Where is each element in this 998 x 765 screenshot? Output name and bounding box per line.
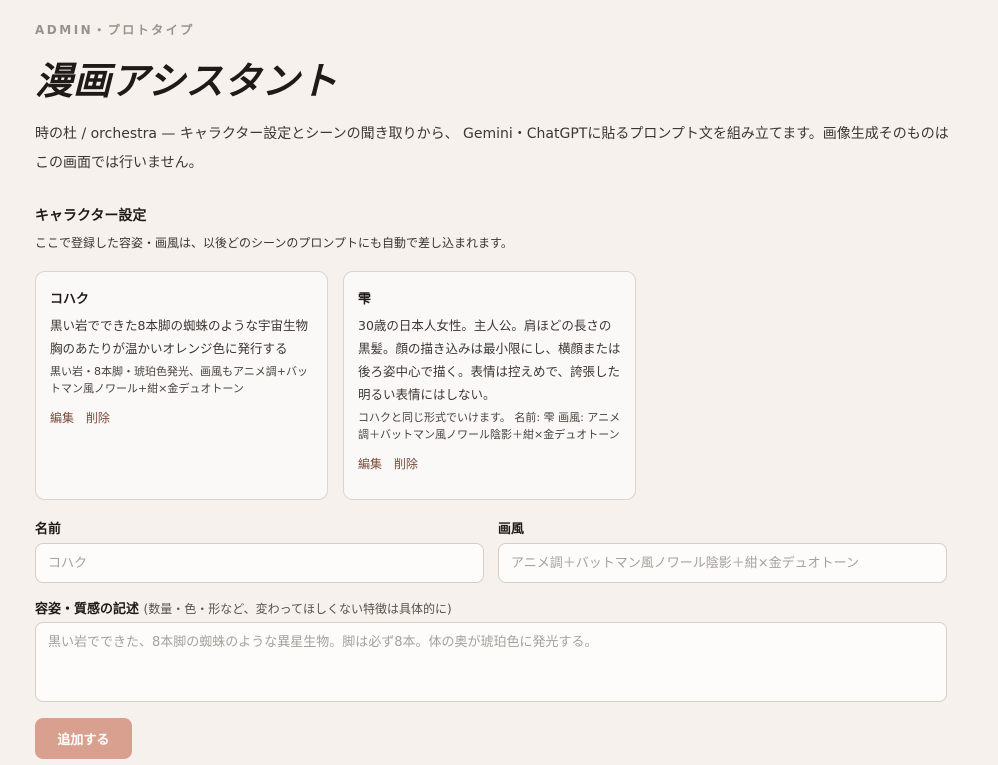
section-title-characters: キャラクター設定 [35,208,147,224]
page-title: 漫画アシスタント [35,58,338,103]
character-style: コハクと同じ形式でいけます。 名前: 雫 画風: アニメ調＋バットマン風ノワール… [358,411,621,441]
card-actions: 編集 削除 [358,455,621,472]
edit-button[interactable]: 編集 [50,411,74,425]
name-input[interactable] [35,543,484,583]
looks-label: 容姿・質感の記述 (数量・色・形など、変わってほしくない特徴は具体的に) [35,598,452,617]
edit-button[interactable]: 編集 [358,457,382,471]
looks-textarea[interactable] [35,622,947,702]
character-style: 黒い岩・8本脚・琥珀色発光、画風もアニメ調+バットマン風ノワール+紺×金デュオト… [50,365,308,395]
style-label: 画風 [498,522,525,537]
page-description: 時の杜 / orchestra — キャラクター設定とシーンの聞き取りから、 G… [35,126,949,171]
page-eyebrow: ADMIN・プロトタイプ [35,23,195,37]
character-card: コハク 黒い岩でできた8本脚の蜘蛛のような宇宙生物 胸のあたりが温かいオレンジ色… [35,271,328,500]
add-button[interactable]: 追加する [35,718,132,759]
character-looks: 黒い岩でできた8本脚の蜘蛛のような宇宙生物 胸のあたりが温かいオレンジ色に発行す… [50,318,308,356]
looks-label-text: 容姿・質感の記述 [35,602,140,617]
looks-label-hint: (数量・色・形など、変わってほしくない特徴は具体的に) [143,602,452,616]
delete-button[interactable]: 削除 [86,411,110,425]
character-card: 雫 30歳の日本人女性。主人公。肩ほどの長さの黒髪。顔の描き込みは最小限にし、横… [343,271,636,500]
character-name: コハク [50,292,90,307]
section-subtitle: ここで登録した容姿・画風は、以後どのシーンのプロンプトにも自動で差し込まれます。 [35,236,513,250]
style-input[interactable] [498,543,947,583]
card-actions: 編集 削除 [50,409,313,426]
name-label: 名前 [35,522,62,537]
character-looks: 30歳の日本人女性。主人公。肩ほどの長さの黒髪。顔の描き込みは最小限にし、横顔ま… [358,318,621,402]
delete-button[interactable]: 削除 [394,457,418,471]
character-name: 雫 [358,292,372,307]
